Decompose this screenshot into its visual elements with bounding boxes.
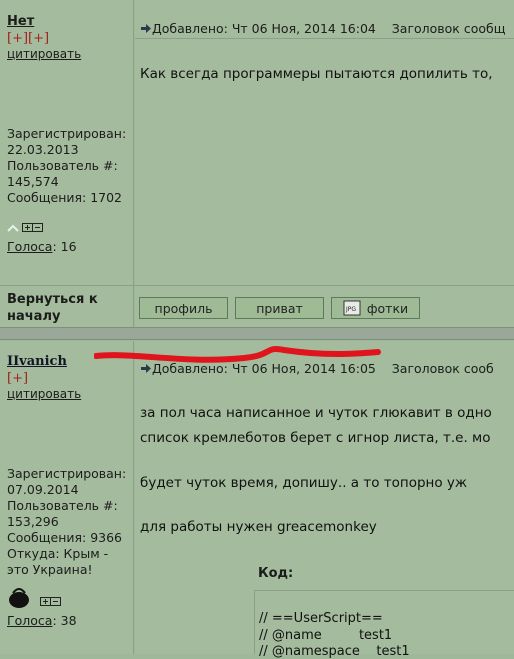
photos-button-label: фотки bbox=[366, 300, 409, 316]
code-label: Код: bbox=[258, 566, 294, 581]
registered-label: Зарегистрирован: bbox=[7, 466, 127, 481]
divider bbox=[135, 38, 514, 39]
post2-line: за пол часа написанное и чуток глюкавит … bbox=[140, 405, 492, 421]
registered-date: 07.09.2014 bbox=[7, 482, 79, 497]
profile-button[interactable]: профиль bbox=[139, 297, 228, 319]
post2-line: будет чуток время, допишу.. а то топорно… bbox=[140, 475, 468, 491]
post2-votes: Голоса: 38 bbox=[7, 613, 77, 628]
post2-line: для работы нужен greacemonkey bbox=[140, 519, 377, 535]
user-id: 153,296 bbox=[7, 514, 59, 529]
user-id-label: Пользователь #: bbox=[7, 158, 118, 173]
registered-date: 22.03.2013 bbox=[7, 142, 79, 157]
post1-votes: Голоса: 16 bbox=[7, 239, 77, 254]
post2-line: список кремлеботов берет с игнор листа, … bbox=[140, 430, 491, 446]
post2-subject: Заголовок сооб bbox=[391, 361, 494, 376]
svg-text:JPG: JPG bbox=[345, 306, 356, 313]
online-icon bbox=[7, 224, 19, 232]
votes-link[interactable]: Голоса bbox=[7, 613, 52, 628]
back-to-top-link[interactable]: Вернуться к началу bbox=[7, 291, 127, 325]
profile-button-label: профиль bbox=[154, 300, 213, 316]
post1-quote-link[interactable]: цитировать bbox=[7, 47, 81, 61]
post-separator bbox=[0, 327, 514, 340]
minus-box-icon[interactable] bbox=[50, 596, 61, 606]
post1-rating[interactable]: [+][+] bbox=[7, 31, 49, 46]
registered-label: Зарегистрирован: bbox=[7, 126, 127, 141]
messages-count: Сообщения: 9366 bbox=[7, 530, 123, 545]
code-line: // @name test1 bbox=[259, 628, 393, 643]
location: Откуда: Крым - это Украина! bbox=[7, 546, 109, 577]
private-button-label: приват bbox=[256, 300, 303, 316]
post1-text: Как всегда программеры пытаются допилить… bbox=[140, 66, 493, 82]
post1-body-column bbox=[135, 0, 514, 327]
minus-box-icon[interactable] bbox=[32, 223, 43, 232]
code-block: Код: // ==UserScript== // @name test1 //… bbox=[254, 562, 514, 659]
post1-user-info: Зарегистрирован: 22.03.2013 Пользователь… bbox=[7, 126, 133, 206]
photos-button[interactable]: JPG фотки bbox=[331, 297, 420, 319]
code-line: // ==UserScript== bbox=[259, 611, 383, 626]
post2-quote-link[interactable]: цитировать bbox=[7, 387, 81, 401]
user-id-label: Пользователь #: bbox=[7, 498, 118, 513]
votes-link[interactable]: Голоса bbox=[7, 239, 52, 254]
user-id: 145,574 bbox=[7, 174, 59, 189]
code-line: // @namespace test1 bbox=[259, 644, 410, 659]
user-avatar-icon bbox=[9, 588, 29, 608]
votes-count: : 38 bbox=[52, 613, 77, 628]
red-annotation-stroke bbox=[94, 346, 381, 363]
post2-user-info: Зарегистрирован: 07.09.2014 Пользователь… bbox=[7, 466, 133, 578]
photo-icon: JPG bbox=[343, 300, 361, 316]
reply-arrow-icon[interactable] bbox=[140, 23, 152, 34]
post1-header: Добавлено: Чт 06 Ноя, 2014 16:04 Заголов… bbox=[140, 21, 505, 36]
post1-icons bbox=[7, 223, 43, 232]
private-message-button[interactable]: приват bbox=[235, 297, 324, 319]
post2-rating[interactable]: [+] bbox=[7, 371, 28, 386]
messages-count: Сообщения: 1702 bbox=[7, 190, 123, 205]
post2-username[interactable]: IIvanich bbox=[7, 354, 67, 369]
post2-icons bbox=[7, 583, 61, 609]
votes-count: : 16 bbox=[52, 239, 77, 254]
post1-subject: Заголовок сообщ bbox=[391, 21, 506, 36]
code-area[interactable]: // ==UserScript== // @name test1 // @nam… bbox=[254, 590, 514, 659]
post1-added: Добавлено: Чт 06 Ноя, 2014 16:04 bbox=[152, 21, 376, 36]
divider bbox=[0, 285, 514, 286]
post1-username[interactable]: Нет bbox=[7, 14, 34, 29]
